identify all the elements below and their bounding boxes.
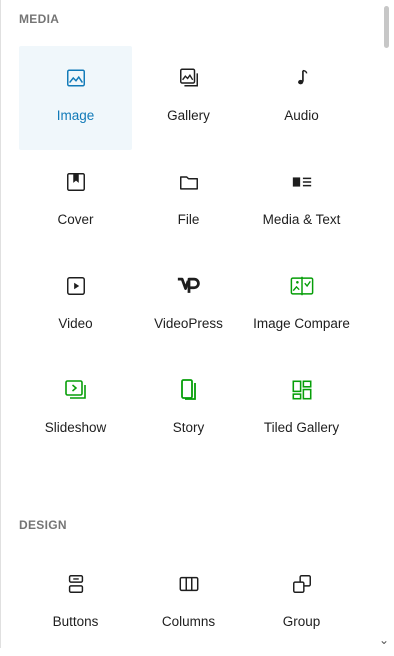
slideshow-icon [64, 378, 88, 402]
block-story[interactable]: Story [132, 358, 245, 462]
block-label: Group [282, 614, 321, 629]
media-block-grid: Image Gallery Audio Cover File Media & T… [19, 46, 359, 462]
scroll-down-arrow-icon[interactable]: ⌄ [378, 633, 390, 647]
block-label: Media & Text [262, 212, 341, 227]
block-label: Video [58, 316, 93, 331]
block-image[interactable]: Image [19, 46, 132, 150]
scrollbar-thumb[interactable] [384, 6, 389, 48]
block-columns[interactable]: Columns [132, 552, 245, 656]
video-icon [64, 274, 88, 298]
block-gallery[interactable]: Gallery [132, 46, 245, 150]
story-icon [177, 378, 201, 402]
design-block-grid: Buttons Columns Group [19, 552, 359, 656]
block-image-compare[interactable]: Image Compare [245, 254, 358, 358]
block-label: Slideshow [44, 420, 107, 435]
media-text-icon [290, 170, 314, 194]
section-title-design: DESIGN [19, 518, 67, 532]
block-group[interactable]: Group [245, 552, 358, 656]
block-label: Columns [161, 614, 216, 629]
block-label: Image [56, 108, 95, 123]
block-file[interactable]: File [132, 150, 245, 254]
block-label: Buttons [52, 614, 99, 629]
tiled-gallery-icon [290, 378, 314, 402]
block-media-text[interactable]: Media & Text [245, 150, 358, 254]
block-label: VideoPress [154, 316, 223, 331]
image-icon [64, 66, 88, 90]
buttons-icon [64, 572, 88, 596]
block-cover[interactable]: Cover [19, 150, 132, 254]
block-video[interactable]: Video [19, 254, 132, 358]
group-icon [290, 572, 314, 596]
audio-icon [290, 66, 314, 90]
gallery-icon [177, 66, 201, 90]
block-label: Story [172, 420, 205, 435]
image-compare-icon [290, 274, 314, 298]
columns-icon [177, 572, 201, 596]
block-buttons[interactable]: Buttons [19, 552, 132, 656]
section-title-media: MEDIA [19, 12, 60, 26]
block-label: Cover [57, 212, 94, 227]
block-videopress[interactable]: VideoPress [132, 254, 245, 358]
block-label: Gallery [167, 108, 210, 123]
block-label: File [177, 212, 200, 227]
cover-icon [64, 170, 88, 194]
block-slideshow[interactable]: Slideshow [19, 358, 132, 462]
block-audio[interactable]: Audio [245, 46, 358, 150]
file-icon [177, 170, 201, 194]
videopress-icon [177, 274, 201, 298]
block-label: Image Compare [253, 316, 350, 331]
block-label: Tiled Gallery [263, 420, 340, 435]
block-label: Audio [284, 108, 319, 123]
block-tiled-gallery[interactable]: Tiled Gallery [245, 358, 358, 462]
